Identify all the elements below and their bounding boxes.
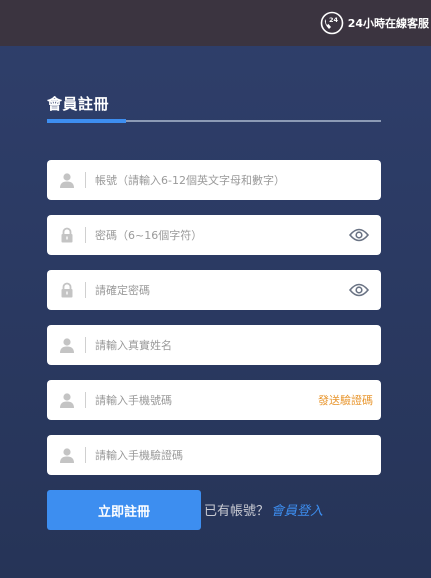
field-separator <box>85 282 86 298</box>
sms-code-field[interactable]: 請輸入手機驗證碼 <box>47 435 381 475</box>
field-separator <box>85 392 86 408</box>
service-label: 24小時在線客服 <box>347 17 429 30</box>
real-name-field[interactable]: 請輸入真實姓名 <box>47 325 381 365</box>
lock-icon <box>49 215 85 255</box>
title-underline <box>47 119 381 123</box>
register-tabs: 會員註冊 <box>47 92 381 123</box>
field-separator <box>85 447 86 463</box>
confirm-password-field[interactable]: 請確定密碼 <box>47 270 381 310</box>
account-placeholder: 帳號（請輸入6-12個英文字母和數字） <box>95 174 285 187</box>
field-separator <box>85 337 86 353</box>
phone-field[interactable]: 請輸入手機號碼 發送驗證碼 <box>47 380 381 420</box>
user-icon <box>49 325 85 365</box>
password-field[interactable]: 密碼（6~16個字符） <box>47 215 381 255</box>
eye-icon[interactable] <box>343 270 375 310</box>
page-title: 會員註冊 <box>47 95 110 113</box>
online-service-link[interactable]: 24 24小時在線客服 <box>320 11 429 35</box>
password-placeholder: 密碼（6~16個字符） <box>95 229 203 242</box>
user-icon <box>49 160 85 200</box>
sms-code-placeholder: 請輸入手機驗證碼 <box>95 449 183 462</box>
login-prompt: 已有帳號？ 會員登入 <box>204 500 323 519</box>
confirm-password-placeholder: 請確定密碼 <box>95 284 150 297</box>
field-separator <box>85 172 86 188</box>
phone-placeholder: 請輸入手機號碼 <box>95 394 172 407</box>
service-badge: 24 <box>329 16 339 24</box>
send-code-button[interactable]: 發送驗證碼 <box>318 392 373 408</box>
field-separator <box>85 227 86 243</box>
member-login-link[interactable]: 會員登入 <box>271 504 323 519</box>
real-name-placeholder: 請輸入真實姓名 <box>95 339 172 352</box>
user-icon <box>49 380 85 420</box>
register-button[interactable]: 立即註冊 <box>47 490 201 530</box>
have-account-text: 已有帳號？ <box>204 504 270 519</box>
top-bar: 24 24小時在線客服 <box>0 0 431 46</box>
phone-24h-icon: 24 <box>320 11 343 35</box>
lock-icon <box>49 270 85 310</box>
title-underline-active <box>47 119 126 123</box>
eye-icon[interactable] <box>343 215 375 255</box>
account-field[interactable]: 帳號（請輸入6-12個英文字母和數字） <box>47 160 381 200</box>
user-icon <box>49 435 85 475</box>
